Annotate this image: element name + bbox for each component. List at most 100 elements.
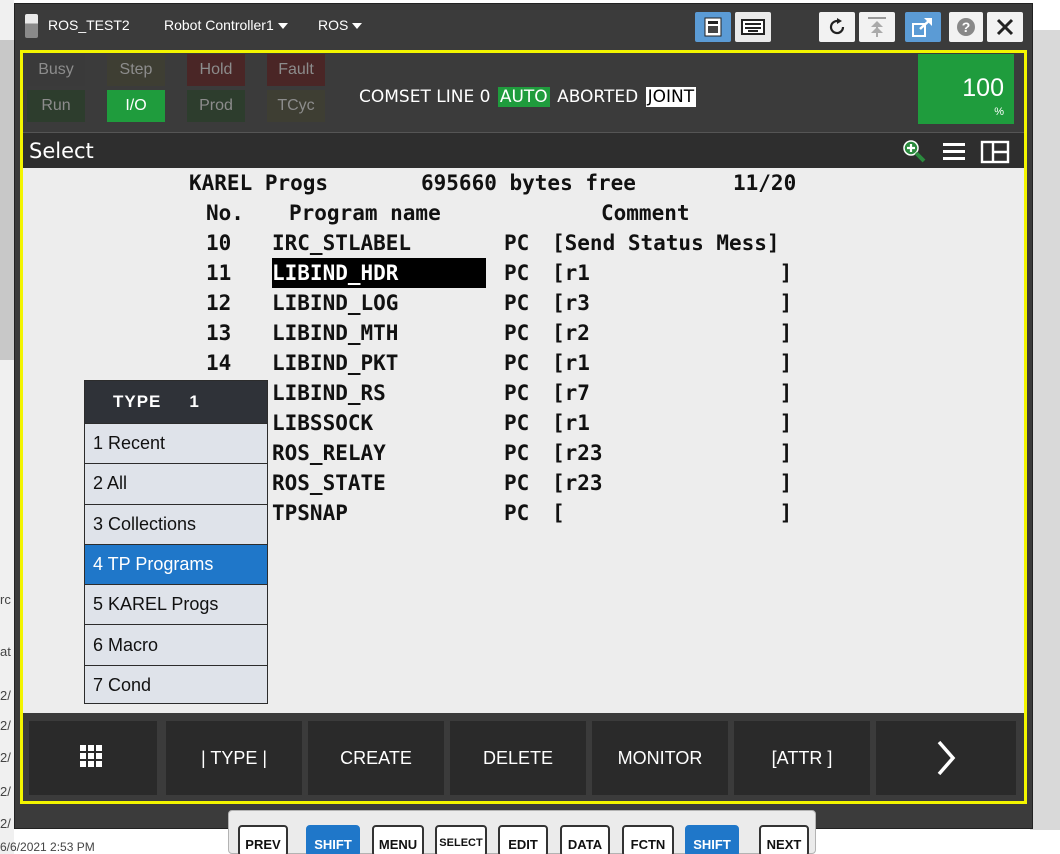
table-row[interactable]: 11 LIBIND_HDR PC [r1 ] <box>206 258 846 288</box>
title-bar: ROS_TEST2 Robot Controller1 ROS ? <box>15 4 1032 48</box>
grid-icon <box>80 745 102 767</box>
background-text: at <box>0 644 11 659</box>
pendant-icon <box>704 17 722 37</box>
table-row[interactable]: 14 LIBIND_PKT PC [r1 ] <box>206 348 846 378</box>
menu-item-recent[interactable]: 1 Recent <box>85 423 267 463</box>
menu-item-tp-programs[interactable]: 4 TP Programs <box>85 543 267 585</box>
screen-header: Select <box>23 132 1024 168</box>
next-page-button[interactable] <box>876 721 1016 795</box>
controller-dropdown[interactable]: Robot Controller1 <box>164 17 288 33</box>
program-name: LIBIND_MTH <box>272 321 399 345</box>
table-row[interactable]: LIBIND_RS PC [r7 ] <box>206 378 846 408</box>
type-fkey-button[interactable]: | TYPE | <box>166 721 302 795</box>
svg-text:?: ? <box>962 19 971 35</box>
create-button[interactable]: CREATE <box>308 721 444 795</box>
split-view-icon[interactable] <box>980 140 1010 164</box>
function-key-bar: | TYPE | CREATE DELETE MONITOR [ATTR ] <box>23 715 1024 801</box>
program-type: PC <box>504 381 530 405</box>
program-type: PC <box>504 411 530 435</box>
program-name: LIBIND_PKT <box>272 351 399 375</box>
background-text: 2/ <box>0 750 11 765</box>
program-type: PC <box>504 291 530 315</box>
program-type: PC <box>504 351 530 375</box>
table-row[interactable]: TPSNAP PC [ ] <box>206 498 846 528</box>
select-key[interactable]: SELECT <box>435 825 487 854</box>
pendant-display: Busy Step Hold Fault Run I/O Prod TCyc C… <box>20 50 1027 804</box>
help-icon: ? <box>957 18 975 36</box>
list-menu-icon[interactable] <box>941 141 967 163</box>
program-comment: [r23 ] <box>552 471 793 495</box>
speed-override[interactable]: 100 % <box>918 54 1014 124</box>
led-hold: Hold <box>187 54 245 86</box>
table-row[interactable]: ROS_RELAY PC [r23 ] <box>206 438 846 468</box>
program-comment: [r1 ] <box>552 351 793 375</box>
fctn-key[interactable]: FCTN <box>622 825 674 854</box>
delete-button[interactable]: DELETE <box>450 721 586 795</box>
menu-item-cond[interactable]: 7 Cond <box>85 664 267 705</box>
coord-badge: JOINT <box>645 87 697 107</box>
row-no: 14 <box>206 351 232 375</box>
next-key[interactable]: NEXT <box>759 825 809 854</box>
keyboard-button[interactable] <box>735 12 771 42</box>
override-unit: % <box>994 106 1004 118</box>
override-value: 100 <box>962 74 1004 102</box>
program-name: ROS_RELAY <box>272 441 386 465</box>
prev-key[interactable]: PREV <box>238 825 288 854</box>
status-line: COMSET LINE 0 AUTO ABORTED JOINT <box>357 87 697 107</box>
row-no: 12 <box>206 291 232 315</box>
keyboard-icon <box>741 19 765 35</box>
led-io: I/O <box>107 90 165 122</box>
program-type: PC <box>504 471 530 495</box>
program-name: TPSNAP <box>272 501 348 525</box>
program-name: LIBIND_RS <box>272 381 386 405</box>
program-type: PC <box>504 441 530 465</box>
table-row[interactable]: 10 IRC_STLABEL PC [Send Status Mess] <box>206 228 846 258</box>
led-fault: Fault <box>267 54 325 86</box>
program-type: PC <box>504 321 530 345</box>
row-no: 13 <box>206 321 232 345</box>
edit-key[interactable]: EDIT <box>498 825 548 854</box>
background-text: 2/ <box>0 816 11 831</box>
column-header-no: No. <box>206 201 244 225</box>
menu-grid-button[interactable] <box>29 721 157 795</box>
list-kind: KAREL Progs <box>189 171 329 195</box>
column-header-comment: Comment <box>601 201 690 225</box>
background-text: 2/ <box>0 718 11 733</box>
mode-label: ROS <box>318 17 349 33</box>
menu-item-collections[interactable]: 3 Collections <box>85 503 267 544</box>
external-link-button[interactable] <box>905 12 941 42</box>
refresh-button[interactable] <box>819 12 855 42</box>
table-row[interactable]: ROS_STATE PC [r23 ] <box>206 468 846 498</box>
background-text: rc <box>0 592 11 607</box>
jog-icon <box>868 17 886 37</box>
mode-dropdown[interactable]: ROS <box>318 17 363 33</box>
help-button[interactable]: ? <box>949 12 983 42</box>
zoom-in-icon[interactable] <box>901 138 927 164</box>
popup-number: 1 <box>189 392 200 411</box>
monitor-button[interactable]: MONITOR <box>592 721 728 795</box>
menu-key[interactable]: MENU <box>372 825 424 854</box>
chevron-right-icon <box>937 740 956 776</box>
shift-key-right[interactable]: SHIFT <box>685 825 739 854</box>
program-list-area: KAREL Progs 695660 bytes free 11/20 No. … <box>23 168 1024 713</box>
program-count: 11/20 <box>733 171 797 195</box>
attr-button[interactable]: [ATTR ] <box>734 721 870 795</box>
column-header-name: Program name <box>289 201 441 225</box>
data-key[interactable]: DATA <box>560 825 610 854</box>
menu-item-macro[interactable]: 6 Macro <box>85 624 267 664</box>
pendant-button[interactable] <box>695 12 731 42</box>
menu-item-all[interactable]: 2 All <box>85 463 267 503</box>
table-row[interactable]: 13 LIBIND_MTH PC [r2 ] <box>206 318 846 348</box>
status-line-text: COMSET LINE 0 <box>359 87 491 107</box>
teach-pendant-icon <box>25 14 38 38</box>
table-row[interactable]: 12 LIBIND_LOG PC [r3 ] <box>206 288 846 318</box>
window-title: ROS_TEST2 <box>48 17 130 33</box>
close-icon <box>996 18 1014 36</box>
menu-item-karel-progs[interactable]: 5 KAREL Progs <box>85 584 267 624</box>
program-type: PC <box>504 501 530 525</box>
jog-button[interactable] <box>859 12 895 42</box>
program-type: PC <box>504 231 530 255</box>
table-row[interactable]: LIBSSOCK PC [r1 ] <box>206 408 846 438</box>
close-button[interactable] <box>987 12 1023 42</box>
shift-key-left[interactable]: SHIFT <box>306 825 360 854</box>
